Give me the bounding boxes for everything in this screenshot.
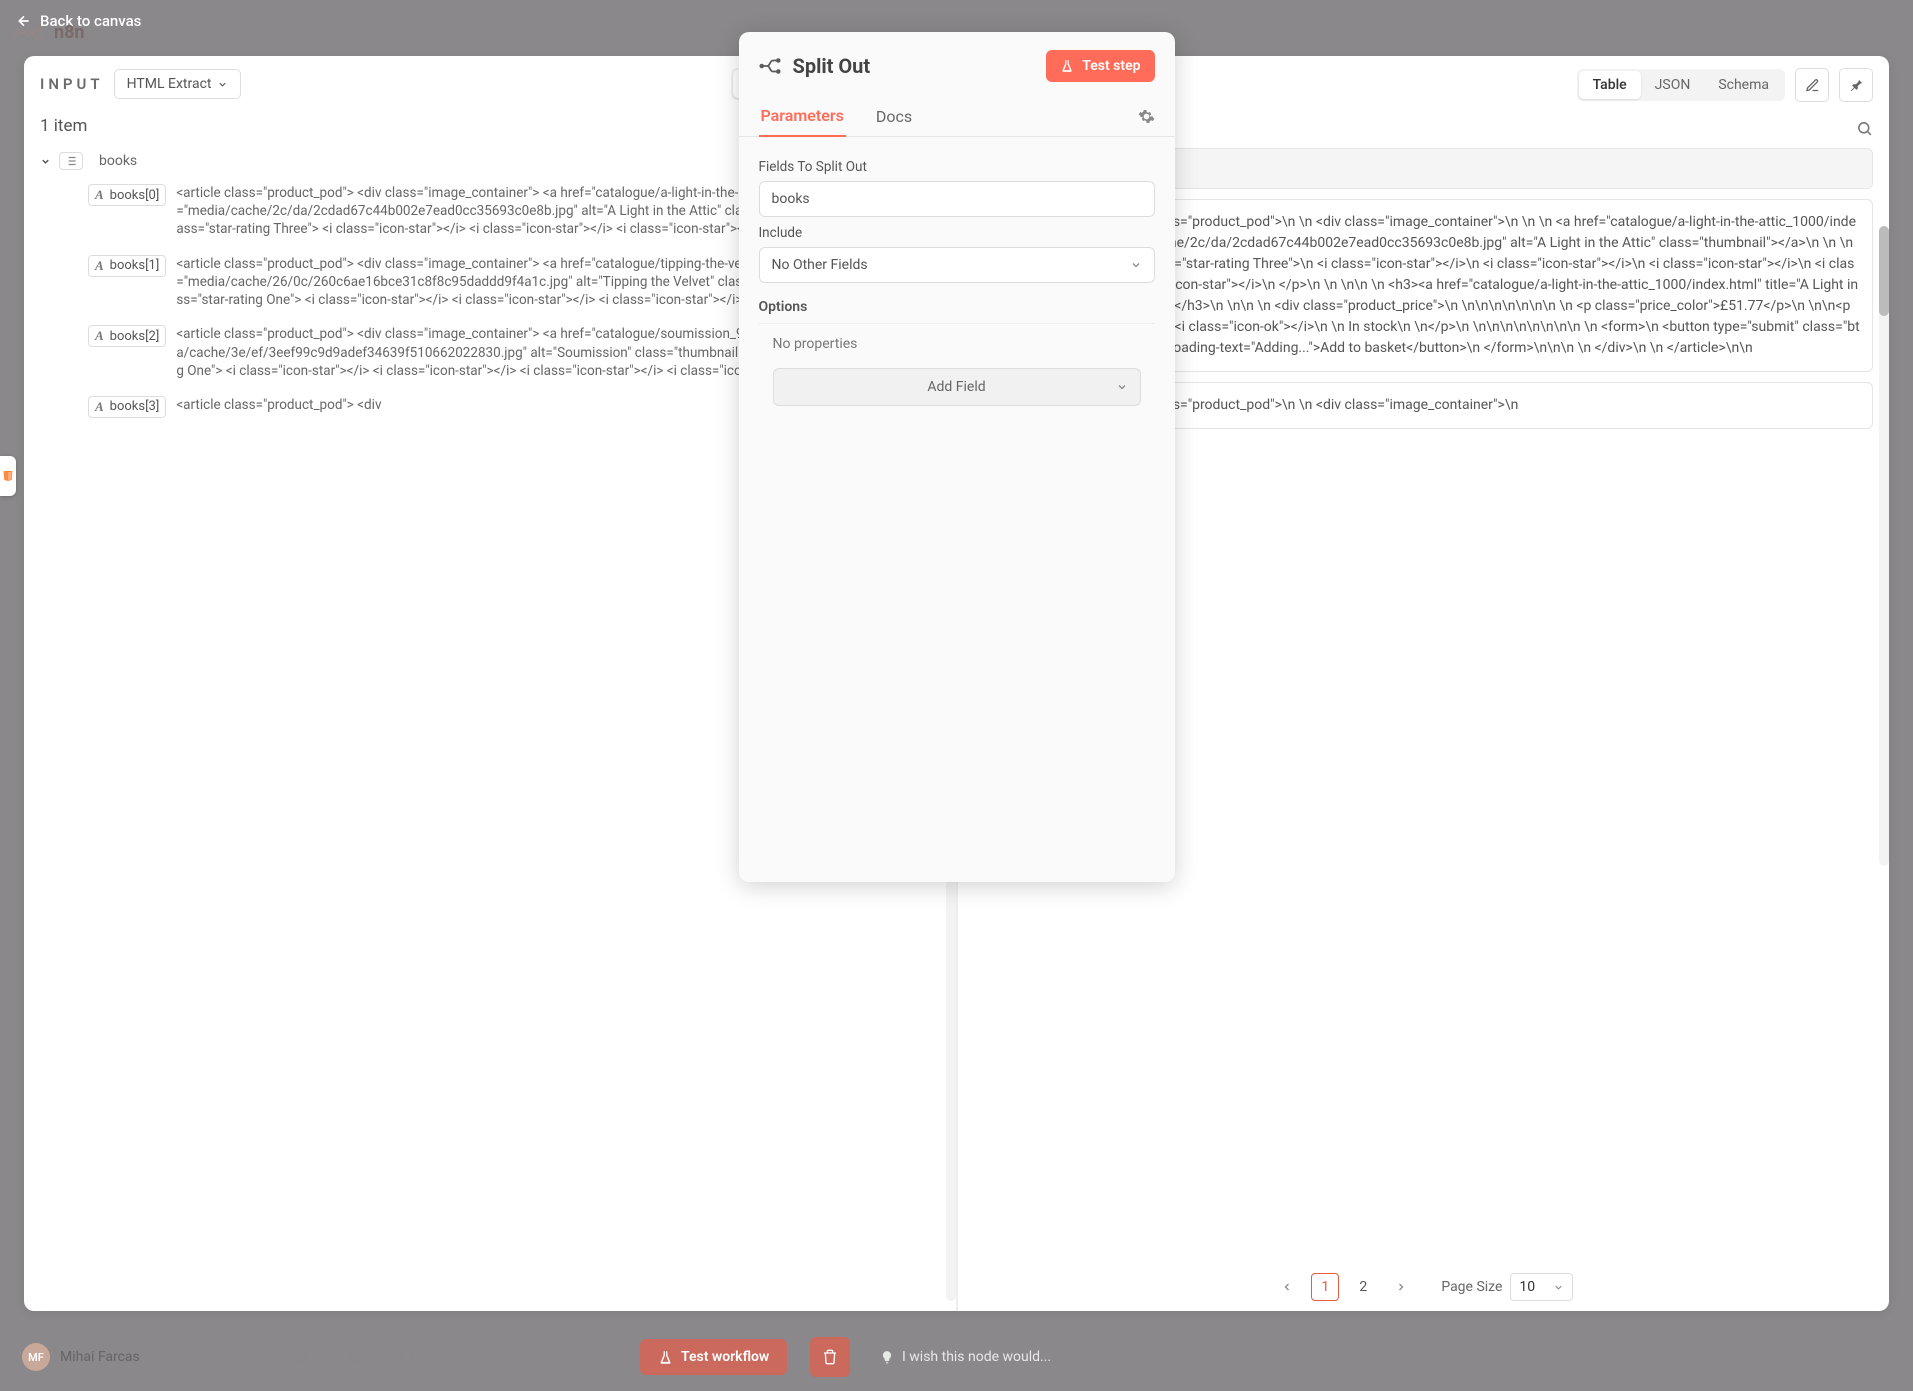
- n8n-logo-icon: [12, 23, 50, 43]
- output-scrollbar[interactable]: [1879, 226, 1889, 866]
- html-icon: [2, 469, 14, 483]
- tab-docs[interactable]: Docs: [874, 97, 914, 136]
- app-logo: n8n: [12, 22, 85, 43]
- logo-text: n8n: [54, 22, 85, 43]
- output-tab-schema[interactable]: Schema: [1704, 71, 1783, 99]
- fields-to-split-label: Fields To Split Out: [759, 159, 1155, 175]
- chevron-down-icon: [1553, 1282, 1564, 1293]
- string-type-icon: A: [95, 328, 104, 344]
- chevron-down-icon: [1130, 259, 1142, 271]
- node-title: Split Out: [793, 54, 871, 78]
- zoom-in-button[interactable]: [282, 1338, 322, 1376]
- feedback-text: I wish this node would...: [902, 1349, 1051, 1365]
- include-value: No Other Fields: [772, 257, 868, 273]
- output-tab-table[interactable]: Table: [1579, 71, 1641, 99]
- user-name: Mihai Farcas: [60, 1349, 140, 1365]
- page-size-select[interactable]: 10: [1510, 1273, 1573, 1301]
- chevron-down-icon: [1116, 381, 1128, 393]
- tree-collapse-toggle[interactable]: [40, 156, 51, 167]
- item-key: books[1]: [110, 258, 160, 273]
- feedback-prompt[interactable]: I wish this node would...: [880, 1349, 1051, 1365]
- add-field-button[interactable]: Add Field: [773, 368, 1141, 406]
- trash-icon: [822, 1349, 838, 1365]
- input-source-select[interactable]: HTML Extract: [114, 69, 242, 99]
- settings-button[interactable]: [1138, 108, 1155, 125]
- string-type-icon: A: [95, 187, 104, 203]
- node-config-modal: Split Out Test step Parameters Docs Fiel…: [739, 32, 1175, 882]
- test-workflow-button[interactable]: Test workflow: [640, 1339, 787, 1375]
- test-step-button[interactable]: Test step: [1046, 50, 1154, 82]
- zoom-out-icon: [346, 1349, 363, 1366]
- undo-button[interactable]: [386, 1338, 426, 1376]
- add-field-label: Add Field: [927, 379, 985, 395]
- user-menu-button[interactable]: ···: [150, 1349, 166, 1365]
- split-out-icon: [759, 55, 781, 77]
- include-label: Include: [759, 225, 1155, 241]
- undo-icon: [398, 1349, 415, 1366]
- pin-icon: [1849, 78, 1864, 93]
- string-type-icon: A: [95, 399, 104, 415]
- page-1-button[interactable]: 1: [1311, 1273, 1339, 1301]
- input-source-value: HTML Extract: [127, 76, 212, 92]
- pin-output-button[interactable]: [1839, 68, 1873, 102]
- item-key: books[2]: [110, 329, 160, 344]
- side-tab-handle[interactable]: [0, 456, 16, 496]
- output-search-button[interactable]: [1856, 120, 1873, 137]
- user-avatar[interactable]: MF: [22, 1343, 50, 1371]
- zoom-out-button[interactable]: [334, 1338, 374, 1376]
- input-item-count: 1 item: [40, 116, 87, 136]
- lightbulb-icon: [880, 1350, 894, 1364]
- scrollbar-thumb[interactable]: [1879, 226, 1889, 316]
- item-key: books[3]: [110, 399, 160, 414]
- page-size-value: 10: [1519, 1279, 1535, 1295]
- test-workflow-label: Test workflow: [681, 1349, 769, 1365]
- page-prev-button[interactable]: [1273, 1273, 1301, 1301]
- pencil-icon: [1805, 78, 1820, 93]
- string-type-icon: A: [95, 258, 104, 274]
- expand-icon: [242, 1349, 259, 1366]
- output-view-tabs: Table JSON Schema: [1577, 69, 1785, 101]
- fields-to-split-input[interactable]: [759, 181, 1155, 217]
- edit-output-button[interactable]: [1795, 68, 1829, 102]
- item-key: books[0]: [110, 188, 160, 203]
- include-select[interactable]: No Other Fields: [759, 247, 1155, 283]
- output-tab-json[interactable]: JSON: [1641, 71, 1705, 99]
- page-next-button[interactable]: [1387, 1273, 1415, 1301]
- options-section-header: Options: [759, 299, 1155, 324]
- flask-icon: [1060, 59, 1074, 73]
- page-size-label: Page Size: [1441, 1279, 1502, 1295]
- no-properties-text: No properties: [759, 324, 1155, 364]
- list-icon: [59, 152, 83, 170]
- zoom-in-icon: [294, 1349, 311, 1366]
- input-label: INPUT: [40, 75, 104, 93]
- gear-icon: [1138, 108, 1155, 125]
- delete-button[interactable]: [810, 1337, 850, 1377]
- output-pagination: 1 2 Page Size 10: [974, 1263, 1874, 1311]
- page-2-button[interactable]: 2: [1349, 1273, 1377, 1301]
- chevron-down-icon: [217, 79, 228, 90]
- tab-parameters[interactable]: Parameters: [759, 96, 846, 137]
- tree-root-key[interactable]: books: [91, 150, 145, 172]
- fullscreen-button[interactable]: [230, 1338, 270, 1376]
- flask-icon: [658, 1350, 673, 1365]
- test-step-label: Test step: [1082, 58, 1140, 74]
